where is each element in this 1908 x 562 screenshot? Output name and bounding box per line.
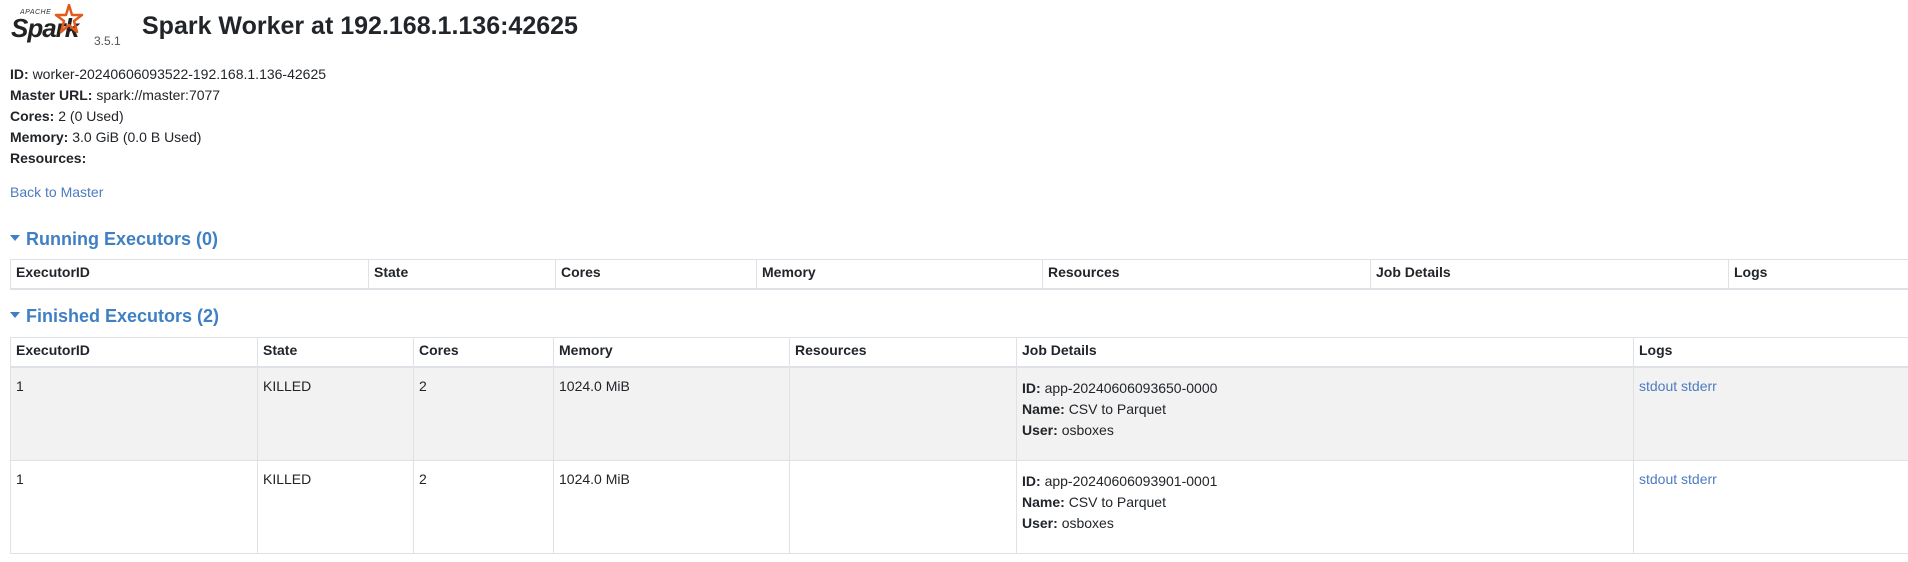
running-executors-heading[interactable]: Running Executors (0) (10, 229, 218, 250)
collapse-arrow-icon (10, 312, 20, 319)
master-url: spark://master:7077 (96, 87, 221, 103)
col-cores[interactable]: Cores (555, 259, 757, 290)
worker-info-list: ID: worker-20240606093522-192.168.1.136-… (10, 64, 326, 169)
cores-value: 2 (0 Used) (58, 108, 124, 124)
info-cores: Cores: 2 (0 Used) (10, 108, 124, 124)
job-id: app-20240606093901-0001 (1044, 473, 1218, 489)
col-memory[interactable]: Memory (553, 337, 790, 368)
cell-job-details: ID: app-20240606093901-0001 Name: CSV to… (1016, 460, 1634, 554)
col-cores[interactable]: Cores (413, 337, 554, 368)
col-state[interactable]: State (257, 337, 414, 368)
job-name: CSV to Parquet (1068, 494, 1166, 510)
col-state[interactable]: State (368, 259, 556, 290)
stderr-link[interactable]: stderr (1681, 471, 1717, 487)
cell-state: KILLED (257, 366, 414, 461)
cell-state: KILLED (257, 460, 414, 554)
info-id: ID: worker-20240606093522-192.168.1.136-… (10, 66, 327, 82)
col-memory[interactable]: Memory (756, 259, 1043, 290)
col-logs[interactable]: Logs (1633, 337, 1908, 368)
job-name: CSV to Parquet (1068, 401, 1166, 417)
col-job-details[interactable]: Job Details (1370, 259, 1729, 290)
stdout-link[interactable]: stdout (1639, 378, 1677, 394)
info-master-url: Master URL: spark://master:7077 (10, 87, 221, 103)
table-row: 1 KILLED 2 1024.0 MiB ID: app-2024060609… (10, 460, 1908, 554)
memory-value: 3.0 GiB (0.0 B Used) (72, 129, 202, 145)
col-executorid[interactable]: ExecutorID (10, 259, 369, 290)
cell-job-details: ID: app-20240606093650-0000 Name: CSV to… (1016, 366, 1634, 461)
worker-id: worker-20240606093522-192.168.1.136-4262… (32, 66, 327, 82)
cell-memory: 1024.0 MiB (553, 460, 790, 554)
col-resources[interactable]: Resources (1042, 259, 1371, 290)
cell-resources (789, 460, 1017, 554)
cell-resources (789, 366, 1017, 461)
table-row: 1 KILLED 2 1024.0 MiB ID: app-2024060609… (10, 366, 1908, 461)
table-header-row: ExecutorID State Cores Memory Resources … (10, 259, 1908, 290)
col-resources[interactable]: Resources (789, 337, 1017, 368)
version-label: 3.5.1 (94, 34, 121, 48)
stdout-link[interactable]: stdout (1639, 471, 1677, 487)
col-executorid[interactable]: ExecutorID (10, 337, 258, 368)
cell-executor-id: 1 (10, 460, 258, 554)
job-user: osboxes (1061, 515, 1114, 531)
stderr-link[interactable]: stderr (1681, 378, 1717, 394)
cell-logs: stdout stderr (1633, 460, 1908, 554)
collapse-arrow-icon (10, 235, 20, 242)
col-logs[interactable]: Logs (1728, 259, 1908, 290)
job-user: osboxes (1061, 422, 1114, 438)
spark-logo[interactable]: APACHE Spark (10, 4, 90, 48)
cell-memory: 1024.0 MiB (553, 366, 790, 461)
page-title: Spark Worker at 192.168.1.136:42625 (142, 12, 578, 40)
cell-cores: 2 (413, 460, 554, 554)
cell-cores: 2 (413, 366, 554, 461)
info-resources: Resources: (10, 150, 87, 166)
job-id: app-20240606093650-0000 (1044, 380, 1218, 396)
cell-logs: stdout stderr (1633, 366, 1908, 461)
cell-executor-id: 1 (10, 366, 258, 461)
col-job-details[interactable]: Job Details (1016, 337, 1634, 368)
running-executors-table: ExecutorID State Cores Memory Resources … (10, 259, 1908, 290)
finished-executors-table: ExecutorID State Cores Memory Resources … (10, 337, 1908, 554)
info-memory: Memory: 3.0 GiB (0.0 B Used) (10, 129, 202, 145)
table-header-row: ExecutorID State Cores Memory Resources … (10, 337, 1908, 368)
back-to-master-link[interactable]: Back to Master (10, 184, 103, 200)
spark-star-icon (54, 4, 84, 34)
finished-executors-heading[interactable]: Finished Executors (2) (10, 306, 219, 327)
